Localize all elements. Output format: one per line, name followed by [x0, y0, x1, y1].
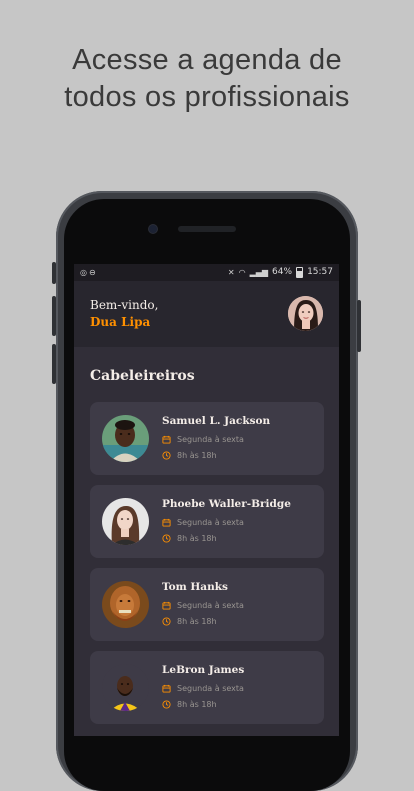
- provider-avatar: [102, 415, 149, 462]
- provider-portrait-icon: [102, 498, 149, 545]
- signal-icon: ▂▄▆: [249, 268, 269, 277]
- provider-avatar: [102, 498, 149, 545]
- clock-icon: [162, 451, 171, 460]
- provider-hours: 8h às 18h: [162, 534, 217, 543]
- minus-circle-icon: ⊖: [88, 268, 98, 277]
- provider-days: Segunda à sexta: [162, 601, 244, 610]
- user-avatar[interactable]: [288, 296, 323, 331]
- calendar-icon: [162, 518, 171, 527]
- provider-card[interactable]: LeBron James Segunda à sexta 8h às 18h: [90, 651, 324, 724]
- provider-avatar: [102, 581, 149, 628]
- calendar-icon: [162, 601, 171, 610]
- provider-name: Samuel L. Jackson: [162, 415, 271, 427]
- provider-hours-text: 8h às 18h: [177, 617, 217, 626]
- clock-icon: [162, 534, 171, 543]
- status-left-icons: ◎⊖: [80, 264, 98, 282]
- mute-switch: [52, 262, 56, 284]
- calendar-icon: [162, 684, 171, 693]
- power-button: [357, 300, 361, 352]
- headline-line-1: Acesse a agenda de: [72, 44, 342, 76]
- clock-icon: [162, 617, 171, 626]
- provider-hours-text: 8h às 18h: [177, 534, 217, 543]
- battery-percent: 64%: [272, 267, 293, 277]
- provider-days-text: Segunda à sexta: [177, 518, 244, 527]
- wifi-icon: ◠: [238, 268, 246, 277]
- provider-hours-text: 8h às 18h: [177, 700, 217, 709]
- provider-days: Segunda à sexta: [162, 684, 244, 693]
- volume-down-button: [52, 344, 56, 384]
- promo-headline: Acesse a agenda de todos os profissionai…: [0, 42, 414, 116]
- provider-name: Phoebe Waller-Bridge: [162, 498, 291, 510]
- provider-portrait-icon: [102, 581, 149, 628]
- provider-name: LeBron James: [162, 664, 245, 676]
- volume-up-button: [52, 296, 56, 336]
- user-name[interactable]: Dua Lipa: [90, 315, 150, 329]
- welcome-text: Bem-vindo,: [90, 298, 159, 312]
- provider-card[interactable]: Samuel L. Jackson Segunda à sexta 8h às …: [90, 402, 324, 475]
- provider-days: Segunda à sexta: [162, 435, 244, 444]
- app-screen: ◎⊖ ✕ ◠ ▂▄▆ 64% 15:57 Bem-vindo, Dua Lipa: [74, 264, 339, 736]
- provider-days-text: Segunda à sexta: [177, 601, 244, 610]
- status-right: ✕ ◠ ▂▄▆ 64% 15:57: [228, 264, 333, 281]
- provider-avatar: [102, 664, 149, 711]
- whatsapp-icon: ◎: [80, 268, 89, 277]
- provider-hours: 8h às 18h: [162, 451, 217, 460]
- provider-hours: 8h às 18h: [162, 617, 217, 626]
- provider-days-text: Segunda à sexta: [177, 684, 244, 693]
- app-header: Bem-vindo, Dua Lipa: [74, 281, 339, 347]
- provider-hours: 8h às 18h: [162, 700, 217, 709]
- provider-card[interactable]: Phoebe Waller-Bridge Segunda à sexta 8h …: [90, 485, 324, 558]
- headline-line-2: todos os profissionais: [64, 81, 350, 113]
- provider-days: Segunda à sexta: [162, 518, 244, 527]
- provider-hours-text: 8h às 18h: [177, 451, 217, 460]
- provider-days-text: Segunda à sexta: [177, 435, 244, 444]
- avatar-portrait-icon: [288, 296, 323, 331]
- provider-portrait-icon: [102, 664, 149, 711]
- mute-icon: ✕: [227, 268, 235, 277]
- battery-icon: [296, 267, 304, 278]
- provider-name: Tom Hanks: [162, 581, 228, 593]
- provider-card[interactable]: Tom Hanks Segunda à sexta 8h às 18h: [90, 568, 324, 641]
- clock-icon: [162, 700, 171, 709]
- section-title: Cabeleireiros: [90, 368, 195, 384]
- front-camera: [149, 225, 157, 233]
- status-time: 15:57: [307, 267, 333, 277]
- earpiece-speaker: [178, 226, 236, 232]
- provider-portrait-icon: [102, 415, 149, 462]
- calendar-icon: [162, 435, 171, 444]
- status-bar: ◎⊖ ✕ ◠ ▂▄▆ 64% 15:57: [74, 264, 339, 281]
